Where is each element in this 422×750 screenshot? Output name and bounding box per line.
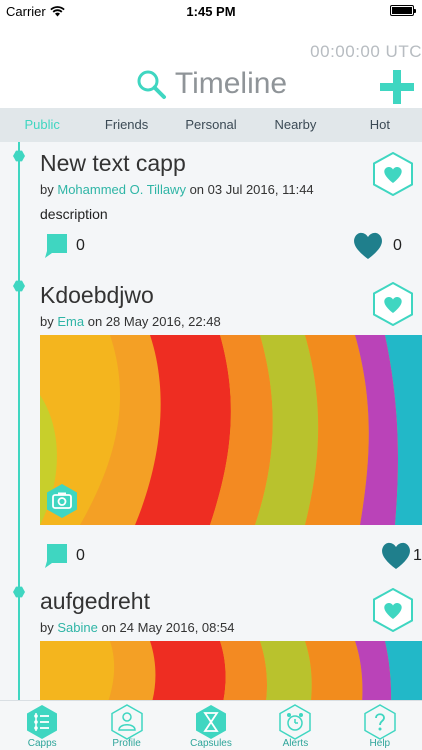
post-author-link[interactable]: Ema (57, 314, 84, 329)
nav-alerts[interactable]: Alerts (253, 701, 337, 750)
like-heart-icon[interactable] (380, 540, 412, 570)
tab-personal[interactable]: Personal (169, 108, 253, 142)
post-title[interactable]: aufgedreht (40, 588, 150, 615)
post-title[interactable]: New text capp (40, 150, 186, 177)
tab-nearby[interactable]: Nearby (253, 108, 337, 142)
timeline-node (13, 280, 25, 292)
rainbow-photo (40, 335, 422, 525)
comment-count: 0 (76, 237, 85, 254)
nav-label: Alerts (282, 738, 309, 749)
nav-capsules[interactable]: Capsules (169, 701, 253, 750)
profile-icon (110, 704, 143, 740)
byline-prefix: by (40, 620, 54, 635)
rainbow-photo (40, 641, 422, 700)
capps-icon (27, 705, 58, 739)
nav-capps[interactable]: Capps (0, 701, 84, 750)
post-date: on 03 Jul 2016, 11:44 (189, 182, 314, 197)
status-time: 1:45 PM (186, 4, 236, 19)
comment-icon[interactable] (43, 232, 69, 258)
like-count: 0 (393, 237, 402, 254)
post-byline: by Sabine on 24 May 2016, 08:54 (40, 620, 234, 635)
help-icon (364, 704, 396, 740)
like-heart-icon[interactable] (352, 230, 384, 260)
filter-tabs: Public Friends Personal Nearby Hot (0, 108, 422, 142)
comment-icon[interactable] (43, 542, 69, 568)
bottom-tab-bar: Capps Profile Capsules Alerts Help (0, 700, 422, 750)
camera-icon (47, 484, 77, 518)
tab-friends[interactable]: Friends (84, 108, 168, 142)
post-description: description (40, 206, 108, 222)
post-date: on 24 May 2016, 08:54 (101, 620, 235, 635)
nav-profile[interactable]: Profile (84, 701, 168, 750)
post-photo[interactable] (40, 641, 422, 700)
utc-clock: 00:00:00 UTC (310, 42, 422, 61)
nav-label: Capps (27, 738, 57, 749)
byline-prefix: by (40, 182, 54, 197)
battery-icon (390, 5, 416, 16)
timeline-feed[interactable]: New text capp by Mohammed O. Tillawy on … (0, 142, 422, 700)
timeline-node (13, 150, 25, 162)
tab-hot[interactable]: Hot (338, 108, 422, 142)
nav-label: Capsules (190, 738, 232, 749)
header-title-row: Timeline (0, 66, 422, 102)
nav-label: Profile (112, 738, 141, 749)
comment-count: 0 (76, 547, 85, 564)
post-byline: by Mohammed O. Tillawy on 03 Jul 2016, 1… (40, 182, 314, 197)
alerts-icon (279, 704, 312, 740)
search-icon[interactable] (135, 68, 167, 100)
post-photo[interactable] (40, 335, 422, 525)
status-bar: Carrier 1:45 PM (0, 0, 422, 22)
timeline-line (18, 142, 20, 700)
post-date: on 28 May 2016, 22:48 (87, 314, 221, 329)
post-byline: by Ema on 28 May 2016, 22:48 (40, 314, 221, 329)
like-hex-button[interactable] (372, 588, 414, 632)
post-author-link[interactable]: Mohammed O. Tillawy (57, 182, 186, 197)
add-capp-button[interactable] (380, 70, 414, 104)
like-count: 1 (413, 547, 422, 564)
like-hex-button[interactable] (372, 282, 414, 326)
nav-label: Help (369, 738, 391, 749)
capsules-icon (196, 705, 227, 739)
tab-public[interactable]: Public (0, 108, 84, 142)
post-author-link[interactable]: Sabine (57, 620, 97, 635)
timeline-node (13, 586, 25, 598)
byline-prefix: by (40, 314, 54, 329)
post-title[interactable]: Kdoebdjwo (40, 282, 154, 309)
like-hex-button[interactable] (372, 152, 414, 196)
page-title: Timeline (174, 67, 288, 100)
nav-help[interactable]: Help (338, 701, 422, 750)
